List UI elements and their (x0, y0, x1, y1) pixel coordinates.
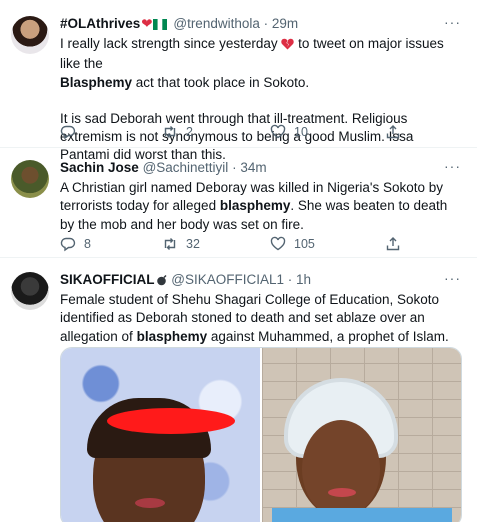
like-button[interactable]: 10 (270, 123, 308, 141)
tweet-text: Female student of Shehu Shagari College … (60, 291, 462, 346)
nigeria-flag-icon (152, 18, 167, 34)
retweet-count: 32 (186, 237, 200, 251)
highlighted-keyword: blasphemy (219, 198, 291, 214)
highlighted-keyword: blasphemy (136, 328, 208, 344)
display-name[interactable]: SIKAOFFICIAL (60, 272, 155, 287)
more-options-button[interactable]: ··· (444, 270, 461, 286)
reply-button[interactable]: 8 (60, 235, 91, 253)
retweet-count: 2 (186, 125, 193, 139)
tweet-sikaofficial[interactable]: SIKAOFFICIAL @SIKAOFFICIAL1 · 1h ··· Fem… (0, 258, 477, 522)
share-icon (386, 125, 400, 139)
broken-heart-icon (281, 37, 295, 55)
tweet-text-part: against Muhammed, a prophet of Islam. (210, 328, 449, 344)
reply-icon (60, 237, 76, 252)
user-handle[interactable]: @Sachinettiyil (143, 160, 229, 175)
photo-left[interactable] (61, 348, 260, 522)
lips (135, 498, 165, 508)
redaction-bar (107, 408, 235, 434)
reply-icon (60, 125, 76, 140)
share-button[interactable] (385, 123, 401, 141)
user-handle[interactable]: @trendwithola (173, 16, 260, 31)
media-grid[interactable] (60, 347, 462, 522)
separator-dot: · (232, 160, 237, 175)
share-icon (386, 237, 400, 251)
tweet-text: I really lack strength since yesterday t… (60, 35, 462, 165)
highlighted-keyword: Blasphemy (60, 74, 133, 90)
avatar[interactable] (11, 16, 49, 54)
bomb-icon (156, 274, 168, 290)
heart-emoji: ❤ (141, 16, 153, 31)
shirt (272, 508, 452, 522)
retweet-icon (164, 126, 176, 138)
avatar[interactable] (11, 272, 49, 310)
like-icon (270, 124, 286, 139)
retweet-icon (164, 238, 176, 250)
like-count: 10 (294, 125, 308, 139)
more-options-button[interactable]: ··· (444, 14, 461, 30)
reply-count: 8 (84, 237, 91, 251)
tweet-text-part: act that took place in Sokoto. (135, 74, 310, 90)
tweet-sachin-jose[interactable]: Sachin Jose @Sachinettiyil · 34m ··· A C… (0, 148, 477, 258)
timestamp[interactable]: 1h (296, 272, 311, 287)
face-inner (302, 420, 380, 518)
timestamp[interactable]: 34m (240, 160, 266, 175)
like-button[interactable]: 105 (270, 235, 315, 253)
lips (328, 488, 356, 497)
user-handle[interactable]: @SIKAOFFICIAL1 (171, 272, 284, 287)
like-count: 105 (294, 237, 315, 251)
reply-button[interactable] (60, 123, 84, 141)
display-name[interactable]: #OLAthrives (60, 16, 140, 31)
like-icon (270, 236, 286, 251)
tweet-text-part: I really lack strength since yesterday (60, 36, 278, 51)
tweet-text: A Christian girl named Deboray was kille… (60, 179, 462, 234)
retweet-button[interactable]: 32 (162, 235, 200, 253)
display-name[interactable]: Sachin Jose (60, 160, 139, 175)
avatar[interactable] (11, 160, 49, 198)
more-options-button[interactable]: ··· (444, 158, 461, 174)
tweet-olathrives[interactable]: #OLAthrives❤ @trendwithola · 29m ··· I r… (0, 0, 477, 162)
share-button[interactable] (385, 235, 401, 253)
separator-dot: · (287, 272, 293, 287)
photo-right[interactable] (262, 348, 461, 522)
retweet-button[interactable]: 2 (162, 123, 193, 141)
separator-dot: · (263, 16, 269, 31)
timestamp[interactable]: 29m (272, 16, 298, 31)
